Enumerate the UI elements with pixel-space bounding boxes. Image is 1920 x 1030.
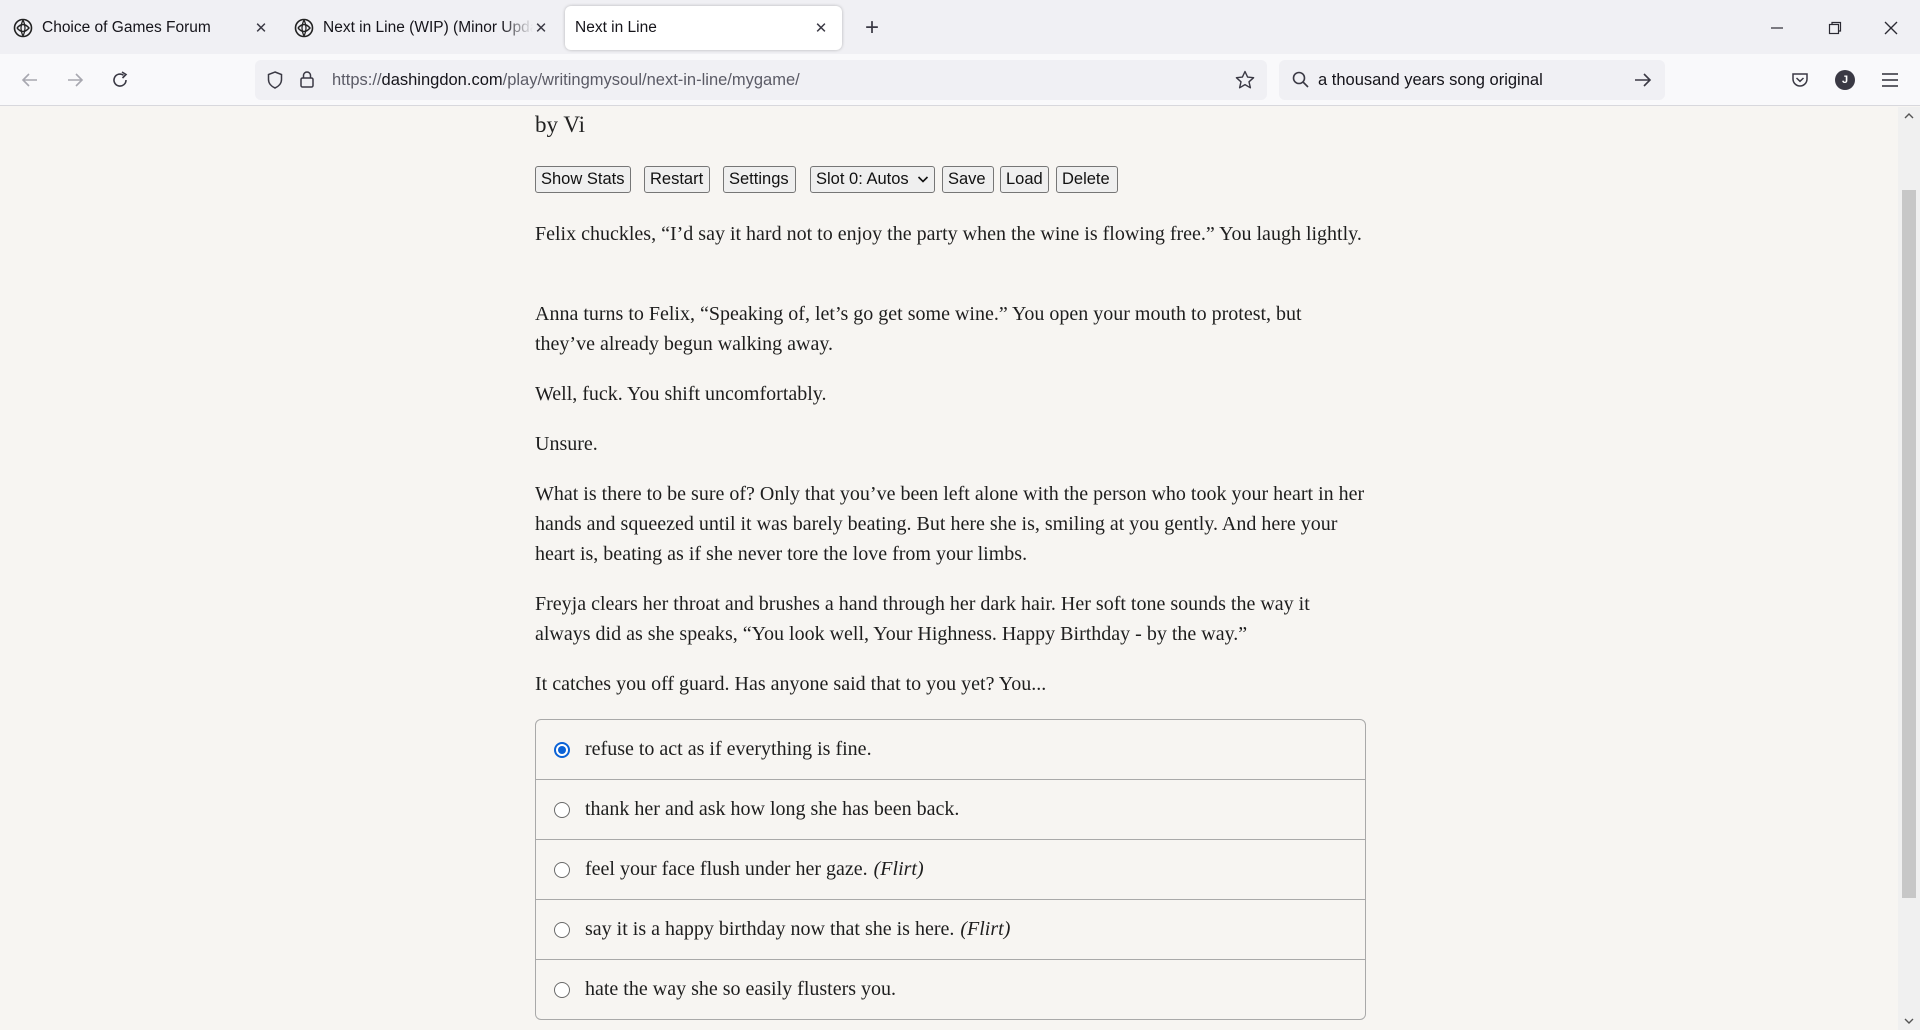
slot-select[interactable]: Slot 0: Autos <box>810 166 935 193</box>
choice-option[interactable]: feel your face flush under her gaze. (Fl… <box>536 839 1365 899</box>
choice-of-games-logo-icon <box>12 17 34 39</box>
story-paragraph: Freyja clears her throat and brushes a h… <box>535 593 1310 645</box>
restart-button[interactable]: Restart <box>644 166 710 193</box>
radio-button[interactable] <box>554 801 570 818</box>
scroll-down-arrow-icon[interactable] <box>1898 1012 1920 1030</box>
choice-option[interactable]: hate the way she so easily flusters you. <box>536 959 1365 1019</box>
choice-option[interactable]: refuse to act as if everything is fine. <box>536 720 1365 779</box>
tab-title: Next in Line <box>575 19 657 36</box>
choice-tag: (Flirt) <box>960 918 1011 940</box>
tab-choice-of-games-forum[interactable]: Choice of Games Forum ✕ <box>8 6 276 50</box>
chevron-down-icon <box>917 170 929 189</box>
choice-list: refuse to act as if everything is fine. … <box>535 719 1366 1020</box>
scroll-up-arrow-icon[interactable] <box>1898 107 1920 125</box>
minimize-icon[interactable] <box>1763 14 1791 42</box>
url-text[interactable]: https://dashingdon.com/play/writingmysou… <box>332 71 800 90</box>
url-host: dashingdon.com <box>381 71 503 89</box>
story-paragraph: Anna turns to Felix, “Speaking of, let’s… <box>535 303 1302 355</box>
choice-option[interactable]: thank her and ask how long she has been … <box>536 779 1365 839</box>
window-close-icon[interactable] <box>1877 14 1905 42</box>
slot-select-value: Slot 0: Autos <box>816 170 909 188</box>
choice-option[interactable]: say it is a happy birthday now that she … <box>536 899 1365 959</box>
close-icon[interactable]: ✕ <box>810 17 832 39</box>
choice-of-games-logo-icon <box>293 17 315 39</box>
tracking-protection-shield-icon[interactable] <box>265 70 285 95</box>
close-icon[interactable]: ✕ <box>250 17 272 39</box>
radio-button[interactable] <box>554 861 570 878</box>
restore-icon[interactable] <box>1821 14 1849 42</box>
tab-title: Next in Line (WIP) (Minor Update <box>323 19 533 36</box>
story-paragraph: What is there to be sure of? Only that y… <box>535 483 1365 565</box>
story-paragraph: Felix chuckles, “I’d say it hard not to … <box>535 223 1362 245</box>
forward-arrow-icon[interactable] <box>61 66 89 94</box>
search-input[interactable]: a thousand years song original <box>1318 71 1543 90</box>
author-byline: by Vi <box>535 112 585 137</box>
reload-icon[interactable] <box>106 66 134 94</box>
load-button[interactable]: Load <box>1000 166 1049 193</box>
search-bar[interactable]: a thousand years song original <box>1279 60 1665 100</box>
choice-text: say it is a happy birthday now that she … <box>585 918 955 940</box>
page-viewport: by Vi Show Stats Restart Settings Slot 0… <box>0 107 1898 1030</box>
delete-button[interactable]: Delete <box>1056 166 1118 193</box>
search-icon <box>1291 70 1311 95</box>
page-scrollbar[interactable] <box>1898 107 1920 1030</box>
choice-tag: (Flirt) <box>873 858 924 880</box>
story-paragraph: Unsure. <box>535 433 598 455</box>
pocket-icon[interactable] <box>1786 66 1814 94</box>
new-tab-plus-icon[interactable]: + <box>858 14 886 42</box>
go-arrow-icon[interactable] <box>1633 70 1653 95</box>
tab-next-in-line[interactable]: Next in Line ✕ <box>565 6 842 50</box>
settings-button[interactable]: Settings <box>723 166 796 193</box>
back-arrow-icon[interactable] <box>16 66 44 94</box>
show-stats-button[interactable]: Show Stats <box>535 166 631 193</box>
radio-button[interactable] <box>554 981 570 998</box>
story-paragraph: It catches you off guard. Has anyone sai… <box>535 673 1047 695</box>
bookmark-star-icon[interactable] <box>1234 69 1256 96</box>
tab-title: Choice of Games Forum <box>42 19 211 36</box>
account-avatar-icon[interactable]: J <box>1831 66 1859 94</box>
tab-bar: Choice of Games Forum ✕ Next in Line (WI… <box>0 0 1920 54</box>
choice-text: feel your face flush under her gaze. <box>585 858 868 880</box>
choice-text: refuse to act as if everything is fine. <box>585 738 872 760</box>
url-path: /play/writingmysoul/next-in-line/mygame/ <box>502 71 800 89</box>
url-prefix: https:// <box>332 71 382 89</box>
close-icon[interactable]: ✕ <box>530 17 552 39</box>
hamburger-menu-icon[interactable] <box>1876 66 1904 94</box>
choice-text: hate the way she so easily flusters you. <box>585 978 897 1000</box>
url-bar[interactable]: https://dashingdon.com/play/writingmysou… <box>255 60 1267 100</box>
radio-button-selected[interactable] <box>554 741 570 758</box>
choice-text: thank her and ask how long she has been … <box>585 798 960 820</box>
scrollbar-thumb[interactable] <box>1902 190 1916 898</box>
save-button[interactable]: Save <box>942 166 994 193</box>
story-paragraph: Well, fuck. You shift uncomfortably. <box>535 383 827 405</box>
tab-next-in-line-wip[interactable]: Next in Line (WIP) (Minor Update ✕ <box>290 6 552 50</box>
radio-button[interactable] <box>554 921 570 938</box>
navigation-toolbar: https://dashingdon.com/play/writingmysou… <box>0 54 1920 106</box>
lock-icon[interactable] <box>297 69 317 94</box>
avatar: J <box>1835 70 1855 90</box>
